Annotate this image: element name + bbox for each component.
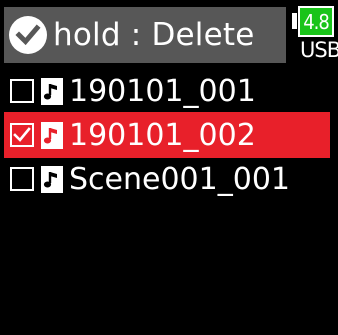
file-name: Scene001_001 (69, 161, 290, 197)
page-title: hold : Delete (53, 17, 255, 53)
audio-file-icon (41, 121, 63, 149)
checkbox-checked[interactable] (10, 123, 34, 147)
device-screen: hold : Delete 4.8 USB 190101_001 190101_… (0, 0, 338, 335)
battery-level: 4.8 (298, 6, 334, 37)
list-item[interactable]: 190101_001 (4, 68, 330, 114)
title-bar: hold : Delete (4, 7, 286, 63)
list-item-selected[interactable]: 190101_002 (4, 112, 330, 158)
checkbox[interactable] (10, 167, 34, 191)
list-item[interactable]: Scene001_001 (4, 156, 330, 202)
power-source-label: USB (300, 38, 338, 62)
audio-file-icon (41, 165, 63, 193)
battery-indicator: 4.8 USB (292, 6, 338, 64)
check-circle-icon (9, 16, 47, 54)
file-name: 190101_002 (69, 117, 256, 153)
audio-file-icon (41, 77, 63, 105)
checkbox[interactable] (10, 79, 34, 103)
battery-icon (292, 13, 297, 29)
file-name: 190101_001 (69, 73, 256, 109)
